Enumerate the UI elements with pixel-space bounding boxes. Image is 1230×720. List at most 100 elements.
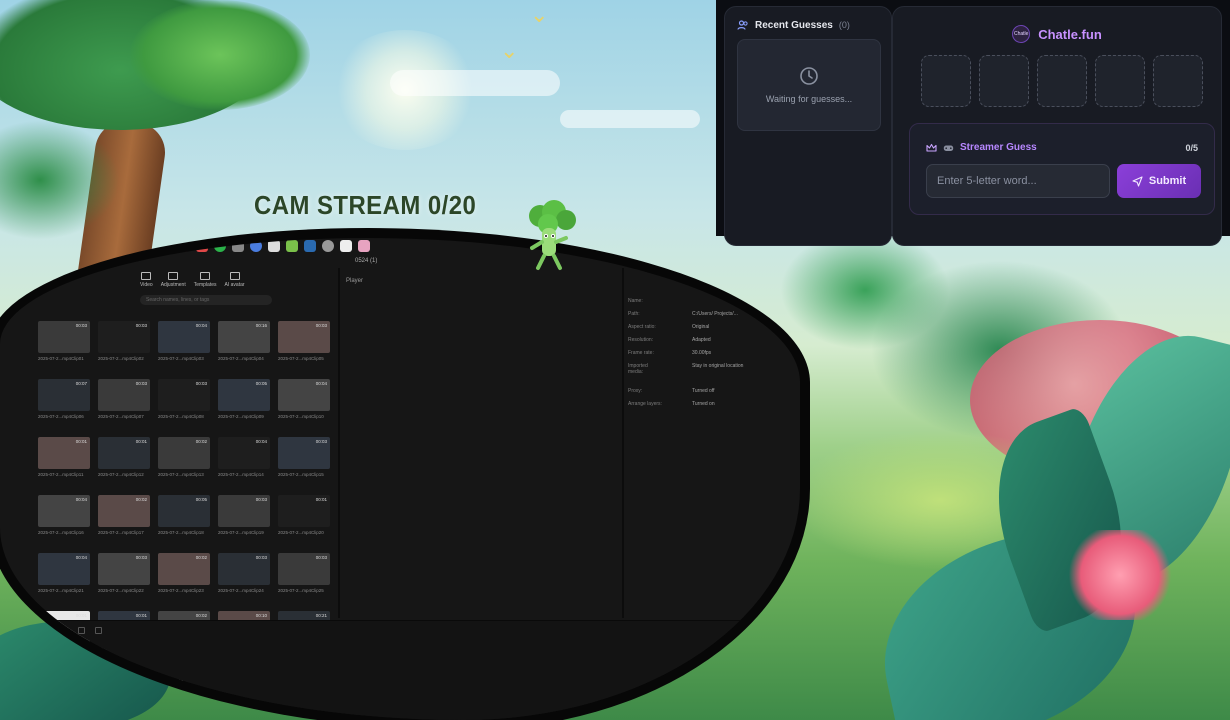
media-clip[interactable]: 00:07 2025-07-2...mp4Clip06 <box>38 379 90 419</box>
submit-button[interactable]: Submit <box>1117 164 1201 198</box>
app-icon[interactable] <box>178 240 190 252</box>
detail-key: Path: <box>628 311 640 317</box>
crop-icon[interactable] <box>95 627 102 634</box>
app-icon[interactable] <box>268 240 280 252</box>
clip-duration: 00:03 <box>135 323 147 328</box>
clip-duration: 00:05 <box>255 381 267 386</box>
waiting-placeholder: Waiting for guesses... <box>737 39 881 131</box>
browser-icon[interactable] <box>250 240 262 252</box>
pin-icon[interactable] <box>196 240 208 252</box>
clip-name: 2025-07-2...mp4Clip06 <box>38 414 84 419</box>
media-clip[interactable]: 00:04 2025-07-2...mp4Clip21 <box>38 553 90 593</box>
detail-row: Arrange layers: Turned on <box>628 401 743 414</box>
clip-name: 2025-07-2...mp4Clip21 <box>38 588 84 593</box>
letter-slot <box>1095 55 1145 107</box>
folder-icon[interactable] <box>160 240 172 252</box>
clip-duration: 00:03 <box>75 323 87 328</box>
split-icon[interactable] <box>44 627 51 634</box>
brand: Chatle Chatle.fun <box>893 25 1221 43</box>
media-clip[interactable]: 00:03 2025-07-2...mp4Clip01 <box>38 321 90 361</box>
clip-name: 2025-07-2...mp4Clip22 <box>98 588 144 593</box>
letter-slot <box>1037 55 1087 107</box>
redo-icon[interactable] <box>27 627 34 634</box>
media-clip[interactable]: 00:03 2025-07-2...mp4Clip19 <box>218 495 270 535</box>
media-clip[interactable]: 00:05 2025-07-2...mp4Clip18 <box>158 495 210 535</box>
toolbar-adjustment[interactable]: Adjustment <box>161 272 186 288</box>
detail-key: Frame rate: <box>628 350 654 356</box>
capcut-icon[interactable] <box>340 240 352 252</box>
clip-name: 2025-07-2...mp4Clip18 <box>158 530 204 535</box>
whatsapp-icon[interactable] <box>214 240 226 252</box>
clip-duration: 00:03 <box>135 381 147 386</box>
media-clip[interactable]: 00:03 2025-07-2...mp4Clip15 <box>278 437 330 477</box>
toolbar-video[interactable]: Video <box>140 272 153 288</box>
app-icon[interactable] <box>322 240 334 252</box>
waiting-text: Waiting for guesses... <box>765 94 853 104</box>
media-clip[interactable]: 00:16 2025-07-2...mp4Clip04 <box>218 321 270 361</box>
detail-key: Name: <box>628 298 643 304</box>
document-icon[interactable] <box>286 240 298 252</box>
media-clip[interactable]: 00:03 2025-07-2...mp4Clip08 <box>158 379 210 419</box>
media-clip[interactable]: 00:02 2025-07-2...mp4Clip23 <box>158 553 210 593</box>
clip-duration: 00:01 <box>135 439 147 444</box>
media-clip[interactable]: 00:04 2025-07-2...mp4Clip03 <box>158 321 210 361</box>
clip-name: 2025-07-2...mp4Clip25 <box>278 588 324 593</box>
panel-divider[interactable] <box>622 268 624 618</box>
letter-slot <box>921 55 971 107</box>
media-clip[interactable]: 00:03 2025-07-2...mp4Clip25 <box>278 553 330 593</box>
marker-icon[interactable] <box>78 627 85 634</box>
video-editor-window: 0524 (1) Video Adjustment Templates AI a… <box>0 238 800 720</box>
media-clip[interactable]: 00:03 2025-07-2...mp4Clip05 <box>278 321 330 361</box>
clip-name: 2025-07-2...mp4Clip07 <box>98 414 144 419</box>
recent-guesses-title: Recent Guesses <box>755 19 833 31</box>
clip-name: 2025-07-2...mp4Clip02 <box>98 356 144 361</box>
media-clip[interactable]: 00:04 2025-07-2...mp4Clip14 <box>218 437 270 477</box>
app-icon[interactable] <box>358 240 370 252</box>
clip-name: 2025-07-2...mp4Clip10 <box>278 414 324 419</box>
detail-row: Resolution: Adapted <box>628 337 743 350</box>
delete-icon[interactable] <box>61 627 68 634</box>
clip-duration: 00:10 <box>255 613 267 618</box>
media-search-input[interactable]: Search names, lines, or tags <box>140 295 272 305</box>
detail-value: Turned off <box>692 388 715 394</box>
word-input[interactable] <box>926 164 1110 198</box>
undo-icon[interactable] <box>10 627 17 634</box>
chatle-game-panel: Chatle Chatle.fun Streamer Guess 0/5 Ent… <box>892 6 1222 246</box>
panel-divider[interactable] <box>338 268 340 618</box>
clip-duration: 00:02 <box>195 439 207 444</box>
toolbar-ai-avatar[interactable]: AI avatar <box>225 272 245 288</box>
app-icon[interactable] <box>232 240 244 252</box>
media-clip[interactable]: 00:05 2025-07-2...mp4Clip09 <box>218 379 270 419</box>
detail-value: Turned on <box>692 401 715 407</box>
detail-value: 30.00fps <box>692 350 712 356</box>
timeline[interactable]: Drag material here and start to create <box>0 620 800 720</box>
media-clip[interactable]: 00:04 2025-07-2...mp4Clip16 <box>38 495 90 535</box>
streamer-guess-title: Streamer Guess <box>960 142 1037 153</box>
toolbar-templates[interactable]: Templates <box>194 272 217 288</box>
detail-value: Adapted <box>692 337 711 343</box>
clip-name: 2025-07-2...mp4Clip15 <box>278 472 324 477</box>
broccoli-mascot <box>529 200 576 270</box>
clip-duration: 00:04 <box>255 439 267 444</box>
detail-row: Imported media: Stay in original location <box>628 363 743 376</box>
clip-name: 2025-07-2...mp4Clip09 <box>218 414 264 419</box>
media-clip[interactable]: 00:03 2025-07-2...mp4Clip02 <box>98 321 150 361</box>
media-clip[interactable]: 00:02 2025-07-2...mp4Clip13 <box>158 437 210 477</box>
clip-name: 2025-07-2...mp4Clip13 <box>158 472 204 477</box>
media-toolbar: Video Adjustment Templates AI avatar <box>140 272 245 288</box>
clip-duration: 00:21 <box>315 613 327 618</box>
media-clip[interactable]: 00:01 2025-07-2...mp4Clip12 <box>98 437 150 477</box>
media-clip[interactable]: 00:02 2025-07-2...mp4Clip17 <box>98 495 150 535</box>
clip-duration: 00:02 <box>195 555 207 560</box>
chatle-logo: Chatle <box>1012 25 1031 43</box>
bird: ⌄ <box>530 2 549 27</box>
submit-label: Submit <box>1148 175 1187 187</box>
steam-icon[interactable] <box>304 240 316 252</box>
media-clip[interactable]: 00:04 2025-07-2...mp4Clip10 <box>278 379 330 419</box>
media-clip[interactable]: 00:01 2025-07-2...mp4Clip11 <box>38 437 90 477</box>
clip-duration: 00:03 <box>255 497 267 502</box>
media-clip[interactable]: 00:03 2025-07-2...mp4Clip07 <box>98 379 150 419</box>
media-clip[interactable]: 00:01 2025-07-2...mp4Clip20 <box>278 495 330 535</box>
media-clip[interactable]: 00:03 2025-07-2...mp4Clip22 <box>98 553 150 593</box>
media-clip[interactable]: 00:03 2025-07-2...mp4Clip24 <box>218 553 270 593</box>
